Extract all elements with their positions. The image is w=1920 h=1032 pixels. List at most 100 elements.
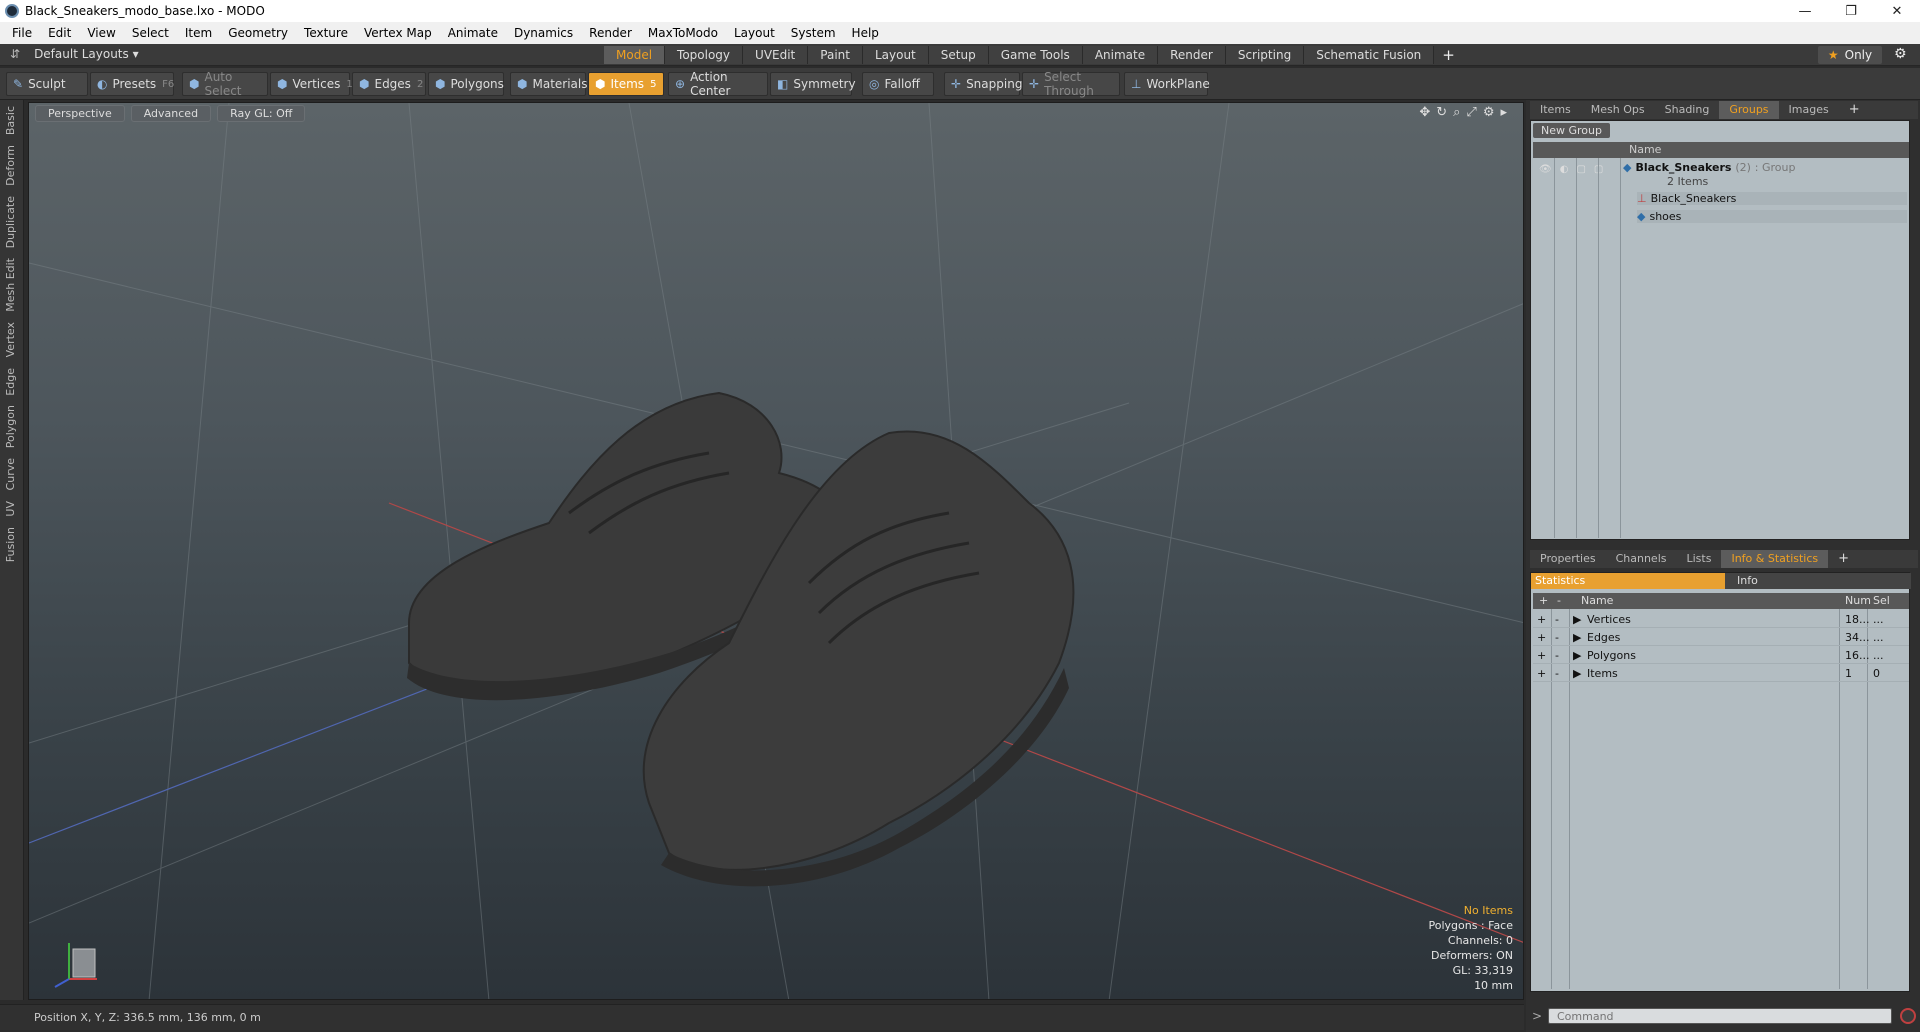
edges-button[interactable]: ⬢ Edges 2	[352, 72, 426, 96]
menu-select[interactable]: Select	[124, 26, 177, 40]
vertices-button[interactable]: ⬢ Vertices 1	[270, 72, 353, 96]
select-through-button[interactable]: ✛ Select Through	[1022, 70, 1120, 98]
tab-scripting[interactable]: Scripting	[1225, 46, 1305, 64]
perspective-button[interactable]: Perspective	[35, 105, 125, 122]
fit-icon[interactable]: ⤢	[1466, 105, 1476, 120]
tab-topology[interactable]: Topology	[665, 46, 744, 64]
name-col[interactable]: Name	[1581, 594, 1613, 607]
viewport-settings-icon[interactable]: ⚙	[1483, 105, 1495, 120]
tab-info-statistics[interactable]: Info & Statistics	[1721, 550, 1829, 568]
tab-properties[interactable]: Properties	[1530, 550, 1606, 568]
lefttab-mesh-edit[interactable]: Mesh Edit	[4, 254, 20, 316]
collapse-all-icon[interactable]: -	[1557, 594, 1561, 607]
action-center-button[interactable]: ⊕ Action Center	[668, 70, 768, 98]
lefttab-duplicate[interactable]: Duplicate	[4, 192, 20, 252]
expand-icon[interactable]: +	[1537, 667, 1546, 680]
layouts-dropdown[interactable]: ⇵ Default Layouts ▾	[10, 47, 139, 61]
table-row[interactable]: + - ▶ Edges 34... ...	[1533, 629, 1909, 646]
only-toggle-button[interactable]: ★ Only	[1818, 46, 1882, 64]
tab-mesh-ops[interactable]: Mesh Ops	[1581, 101, 1655, 119]
tab-images[interactable]: Images	[1779, 101, 1839, 119]
menu-texture[interactable]: Texture	[296, 26, 356, 40]
name-column-header[interactable]: Name	[1629, 143, 1661, 156]
maximize-button[interactable]: ❐	[1828, 0, 1874, 22]
auto-select-button[interactable]: ⬢ Auto Select	[182, 70, 268, 98]
sculpt-button[interactable]: ✎ Sculpt	[6, 72, 88, 96]
tab-schematic-fusion[interactable]: Schematic Fusion	[1304, 46, 1435, 64]
menu-render[interactable]: Render	[581, 26, 640, 40]
menu-vertex-map[interactable]: Vertex Map	[356, 26, 440, 40]
menu-item[interactable]: Item	[177, 26, 220, 40]
lefttab-fusion[interactable]: Fusion	[4, 523, 20, 566]
menu-file[interactable]: File	[4, 26, 40, 40]
falloff-button[interactable]: ◎ Falloff	[862, 72, 934, 96]
table-row[interactable]: + - ▶ Items 1 0	[1533, 665, 1909, 682]
sel-col[interactable]: Sel	[1873, 594, 1890, 607]
tab-render[interactable]: Render	[1158, 46, 1226, 64]
expand-icon[interactable]: +	[1537, 649, 1546, 662]
menu-system[interactable]: System	[783, 26, 844, 40]
group-row[interactable]: ◆ Black_Sneakers (2) : Group	[1623, 161, 1907, 174]
lefttab-deform[interactable]: Deform	[4, 141, 20, 190]
arrow-right-icon[interactable]: ▶	[1573, 613, 1581, 626]
zoom-icon[interactable]: ⌕	[1453, 105, 1460, 120]
add-tab-plus-icon[interactable]: +	[1434, 46, 1463, 64]
tab-items[interactable]: Items	[1530, 101, 1581, 119]
close-button[interactable]: ✕	[1874, 0, 1920, 22]
menu-maxtomodo[interactable]: MaxToModo	[640, 26, 726, 40]
lefttab-edge[interactable]: Edge	[4, 364, 20, 400]
menu-edit[interactable]: Edit	[40, 26, 79, 40]
arrow-right-icon[interactable]: ▶	[1573, 667, 1581, 680]
lefttab-polygon[interactable]: Polygon	[4, 401, 20, 452]
advanced-button[interactable]: Advanced	[130, 105, 212, 122]
items-button[interactable]: ⬢ Items 5	[588, 72, 664, 96]
polygons-button[interactable]: ⬢ Polygons	[428, 72, 504, 96]
num-col[interactable]: Num	[1845, 594, 1871, 607]
list-item[interactable]: ⊥ Black_Sneakers	[1637, 192, 1907, 205]
lefttab-basic[interactable]: Basic	[4, 102, 20, 139]
new-group-button[interactable]: New Group	[1533, 123, 1610, 138]
info-tab[interactable]: Info	[1725, 573, 1911, 589]
menu-view[interactable]: View	[79, 26, 123, 40]
tab-shading[interactable]: Shading	[1655, 101, 1720, 119]
rotate-icon[interactable]: ↻	[1436, 105, 1447, 120]
presets-button[interactable]: ◐ Presets F6	[90, 72, 174, 96]
table-row[interactable]: + - ▶ Vertices 18... ...	[1533, 611, 1909, 628]
menu-layout[interactable]: Layout	[726, 26, 783, 40]
tab-game-tools[interactable]: Game Tools	[988, 46, 1083, 64]
lefttab-vertex[interactable]: Vertex	[4, 318, 20, 361]
expand-icon[interactable]: +	[1537, 613, 1546, 626]
minimize-button[interactable]: —	[1782, 0, 1828, 22]
tab-groups[interactable]: Groups	[1719, 101, 1779, 119]
statistics-tab[interactable]: Statistics	[1531, 573, 1725, 589]
materials-button[interactable]: ⬢ Materials	[510, 72, 588, 96]
list-item[interactable]: ◆ shoes	[1637, 210, 1907, 223]
gear-icon[interactable]: ⚙	[1894, 46, 1907, 62]
symmetry-button[interactable]: ◧ Symmetry	[770, 72, 856, 96]
table-row[interactable]: + - ▶ Polygons 16... ...	[1533, 647, 1909, 664]
tab-animate[interactable]: Animate	[1082, 46, 1159, 64]
add-panel-tab-icon[interactable]: +	[1839, 101, 1870, 119]
expand-arrow-icon[interactable]: ▸	[1500, 105, 1507, 120]
workplane-button[interactable]: ⊥ WorkPlane	[1124, 72, 1210, 96]
tab-paint[interactable]: Paint	[808, 46, 863, 64]
arrow-right-icon[interactable]: ▶	[1573, 649, 1581, 662]
raygl-button[interactable]: Ray GL: Off	[217, 105, 306, 122]
tab-setup[interactable]: Setup	[928, 46, 989, 64]
menu-dynamics[interactable]: Dynamics	[506, 26, 581, 40]
tab-lists[interactable]: Lists	[1677, 550, 1722, 568]
command-input[interactable]	[1548, 1008, 1892, 1024]
record-macro-icon[interactable]	[1900, 1008, 1916, 1024]
add-panel-tab-icon[interactable]: +	[1828, 550, 1859, 568]
tab-uvedit[interactable]: UVEdit	[743, 46, 809, 64]
tab-model[interactable]: Model	[604, 46, 666, 64]
3d-viewport[interactable]: Perspective Advanced Ray GL: Off ✥ ↻ ⌕ ⤢…	[28, 102, 1524, 1000]
expand-icon[interactable]: +	[1537, 631, 1546, 644]
menu-animate[interactable]: Animate	[440, 26, 506, 40]
pan-icon[interactable]: ✥	[1419, 105, 1430, 120]
lefttab-curve[interactable]: Curve	[4, 454, 20, 494]
expand-all-icon[interactable]: +	[1539, 594, 1548, 607]
menu-help[interactable]: Help	[844, 26, 887, 40]
lefttab-uv[interactable]: UV	[4, 497, 20, 521]
tab-channels[interactable]: Channels	[1606, 550, 1677, 568]
